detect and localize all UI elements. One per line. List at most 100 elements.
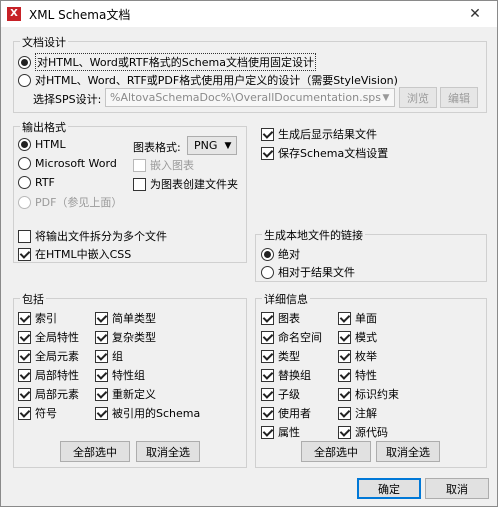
fixed-design-radio[interactable]: 对HTML、Word或RTF格式的Schema文档使用固定设计 xyxy=(18,53,316,71)
absolute-radio[interactable]: 绝对 xyxy=(261,246,300,262)
include-item[interactable]: 枚举 xyxy=(338,348,377,364)
checkbox-indicator[interactable] xyxy=(95,311,108,325)
include-item[interactable]: 单面 xyxy=(338,310,377,326)
details-select-all-button[interactable]: 全部选中 xyxy=(301,441,371,462)
show-result-checkbox[interactable]: 生成后显示结果文件 xyxy=(261,126,377,142)
checkbox-indicator[interactable] xyxy=(261,406,274,420)
pdf-label: PDF（参见上面） xyxy=(35,196,123,209)
checkbox-indicator[interactable] xyxy=(18,368,31,382)
checkbox-indicator[interactable] xyxy=(261,368,274,382)
checkbox-indicator[interactable] xyxy=(338,406,351,420)
checkbox-indicator[interactable] xyxy=(95,387,108,401)
include-item[interactable]: 命名空间 xyxy=(261,329,322,345)
include-item[interactable]: 全局特性 xyxy=(18,329,79,345)
checkbox-label: 属性 xyxy=(278,426,300,439)
split-files-checkbox[interactable]: 将输出文件拆分为多个文件 xyxy=(18,228,167,244)
include-item[interactable]: 源代码 xyxy=(338,424,388,440)
checkbox-indicator[interactable] xyxy=(18,229,31,243)
checkbox-indicator[interactable] xyxy=(133,158,146,172)
edit-button[interactable]: 编辑 xyxy=(440,87,478,108)
include-item[interactable]: 属性 xyxy=(261,424,300,440)
checkbox-indicator[interactable] xyxy=(18,330,31,344)
save-settings-checkbox[interactable]: 保存Schema文档设置 xyxy=(261,145,388,161)
cancel-button[interactable]: 取消 xyxy=(425,478,489,499)
radio-indicator[interactable] xyxy=(18,195,31,209)
checkbox-indicator[interactable] xyxy=(261,349,274,363)
checkbox-indicator[interactable] xyxy=(261,330,274,344)
custom-design-radio[interactable]: 对HTML、Word、RTF或PDF格式使用用户定义的设计（需要StyleVis… xyxy=(18,72,398,88)
html-radio[interactable]: HTML xyxy=(18,138,66,151)
include-item[interactable]: 符号 xyxy=(18,405,57,421)
include-select-all-button[interactable]: 全部选中 xyxy=(60,441,130,462)
include-item[interactable]: 索引 xyxy=(18,310,57,326)
checkbox-indicator[interactable] xyxy=(95,349,108,363)
chevron-down-icon[interactable]: ▼ xyxy=(220,137,236,154)
include-item[interactable]: 特性 xyxy=(338,367,377,383)
checkbox-indicator[interactable] xyxy=(338,425,351,439)
checkbox-indicator[interactable] xyxy=(95,406,108,420)
include-item[interactable]: 特性组 xyxy=(95,367,145,383)
include-item[interactable]: 重新定义 xyxy=(95,386,156,402)
save-settings-label: 保存Schema文档设置 xyxy=(278,147,389,160)
radio-indicator[interactable] xyxy=(18,55,31,69)
checkbox-indicator[interactable] xyxy=(261,425,274,439)
include-item[interactable]: 使用者 xyxy=(261,405,311,421)
pdf-radio[interactable]: PDF（参见上面） xyxy=(18,194,122,210)
checkbox-indicator[interactable] xyxy=(338,349,351,363)
checkbox-indicator[interactable] xyxy=(338,311,351,325)
word-radio[interactable]: Microsoft Word xyxy=(18,157,117,170)
close-icon[interactable]: ✕ xyxy=(453,1,497,27)
include-item[interactable]: 替换组 xyxy=(261,367,311,383)
checkbox-indicator[interactable] xyxy=(261,146,274,160)
radio-indicator[interactable] xyxy=(18,73,31,87)
include-item[interactable]: 简单类型 xyxy=(95,310,156,326)
checkbox-indicator[interactable] xyxy=(95,330,108,344)
radio-indicator[interactable] xyxy=(18,157,31,170)
radio-indicator[interactable] xyxy=(261,265,274,279)
include-item[interactable]: 复杂类型 xyxy=(95,329,156,345)
details-deselect-all-button[interactable]: 取消全选 xyxy=(376,441,440,462)
sps-design-combo[interactable]: %AltovaSchemaDoc%\OverallDocumentation.s… xyxy=(105,88,395,107)
chart-format-select[interactable]: PNG ▼ xyxy=(187,136,237,155)
checkbox-indicator[interactable] xyxy=(18,406,31,420)
chevron-down-icon[interactable]: ▼ xyxy=(378,89,394,106)
checkbox-indicator[interactable] xyxy=(133,177,146,191)
include-item[interactable]: 注解 xyxy=(338,405,377,421)
checkbox-label: 单面 xyxy=(355,312,377,325)
include-item[interactable]: 被引用的Schema xyxy=(95,405,200,421)
include-item[interactable]: 子级 xyxy=(261,386,300,402)
ok-button[interactable]: 确定 xyxy=(357,478,421,499)
include-item[interactable]: 全局元素 xyxy=(18,348,79,364)
word-label: Microsoft Word xyxy=(35,157,117,170)
create-folder-checkbox[interactable]: 为图表创建文件夹 xyxy=(133,176,238,192)
checkbox-indicator[interactable] xyxy=(338,330,351,344)
checkbox-indicator[interactable] xyxy=(338,387,351,401)
include-item[interactable]: 局部特性 xyxy=(18,367,79,383)
rtf-radio[interactable]: RTF xyxy=(18,176,55,189)
checkbox-indicator[interactable] xyxy=(338,368,351,382)
checkbox-indicator[interactable] xyxy=(18,311,31,325)
checkbox-indicator[interactable] xyxy=(95,368,108,382)
checkbox-label: 局部元素 xyxy=(35,388,79,401)
include-deselect-all-button[interactable]: 取消全选 xyxy=(136,441,200,462)
checkbox-indicator[interactable] xyxy=(261,387,274,401)
include-item[interactable]: 图表 xyxy=(261,310,300,326)
include-item[interactable]: 标识约束 xyxy=(338,386,399,402)
include-item[interactable]: 组 xyxy=(95,348,123,364)
radio-indicator[interactable] xyxy=(18,138,31,151)
relative-radio[interactable]: 相对于结果文件 xyxy=(261,264,355,280)
checkbox-indicator[interactable] xyxy=(18,349,31,363)
radio-indicator[interactable] xyxy=(18,176,31,189)
checkbox-indicator[interactable] xyxy=(18,247,31,261)
radio-indicator[interactable] xyxy=(261,247,274,261)
checkbox-indicator[interactable] xyxy=(261,127,274,141)
browse-button[interactable]: 浏览 xyxy=(399,87,437,108)
checkbox-label: 被引用的Schema xyxy=(112,407,201,420)
checkbox-indicator[interactable] xyxy=(261,311,274,325)
include-item[interactable]: 模式 xyxy=(338,329,377,345)
embed-css-checkbox[interactable]: 在HTML中嵌入CSS xyxy=(18,246,131,262)
include-item[interactable]: 局部元素 xyxy=(18,386,79,402)
embed-charts-checkbox[interactable]: 嵌入图表 xyxy=(133,157,194,173)
checkbox-indicator[interactable] xyxy=(18,387,31,401)
include-item[interactable]: 类型 xyxy=(261,348,300,364)
